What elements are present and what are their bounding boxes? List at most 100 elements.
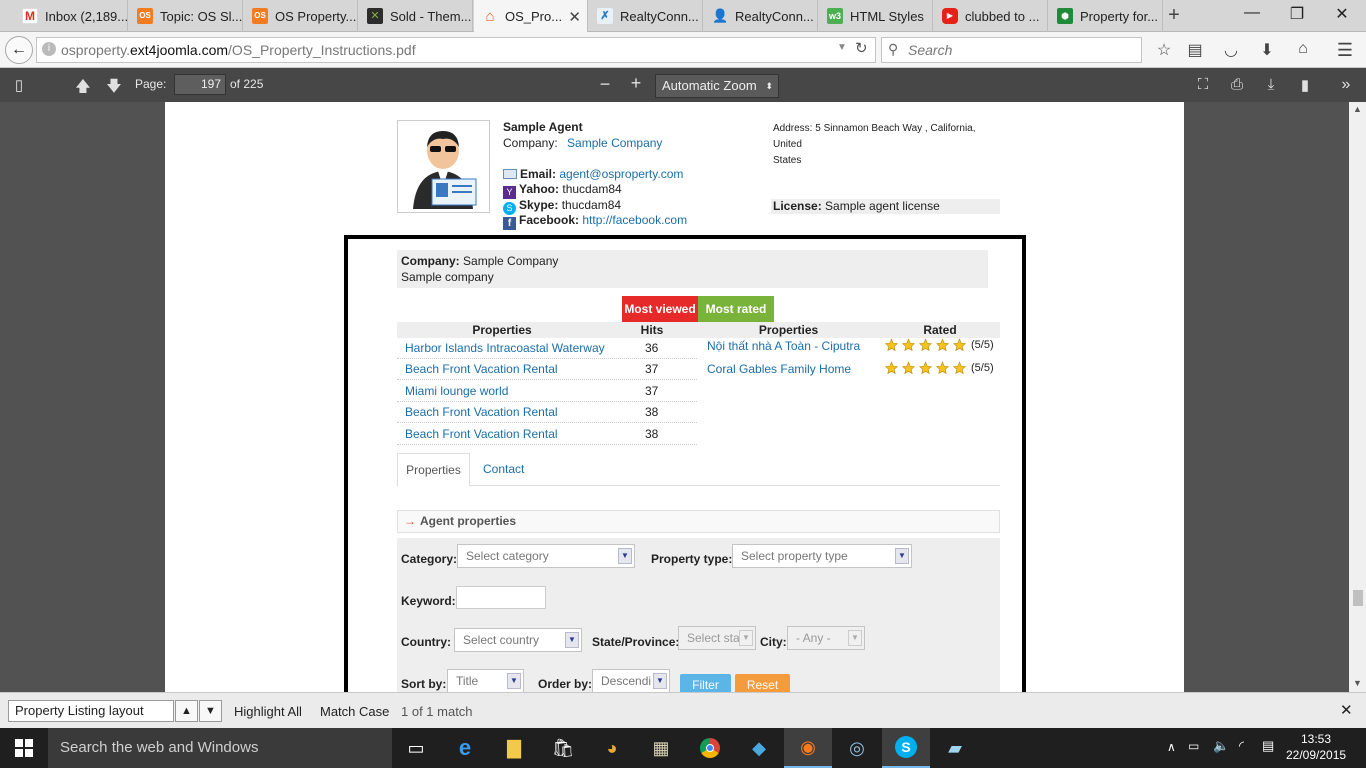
skype-taskbar-icon[interactable]: S — [882, 728, 930, 768]
most-viewed-tab[interactable]: Most viewed — [622, 296, 698, 322]
agent-email-link[interactable]: agent@osproperty.com — [559, 167, 683, 181]
property-type-select[interactable]: Select property type ▼ — [732, 544, 912, 568]
chrome-icon[interactable] — [686, 728, 734, 768]
close-window-button[interactable]: ✕ — [1322, 4, 1362, 24]
close-tab-icon[interactable]: ✕ — [568, 8, 581, 26]
reset-button[interactable]: Reset — [735, 674, 790, 692]
keyword-input[interactable] — [456, 586, 546, 609]
tab-html-styles[interactable]: w3 HTML Styles — [819, 0, 933, 32]
most-rated-tab[interactable]: Most rated — [698, 296, 774, 322]
property-type-value: Select property type — [741, 549, 848, 563]
task-view-icon[interactable]: ▭ — [392, 728, 440, 768]
close-findbar-icon[interactable]: ✕ — [1340, 701, 1353, 719]
property-link[interactable]: Beach Front Vacation Rental — [405, 402, 558, 423]
scroll-down-icon[interactable]: ▼ — [1353, 678, 1362, 688]
reload-icon[interactable]: ↻ — [855, 39, 868, 57]
show-hidden-icons[interactable]: ∧ — [1167, 740, 1176, 754]
notifications-icon[interactable]: ▤ — [1262, 738, 1274, 754]
tools-icon[interactable]: » — [1335, 76, 1357, 94]
tab-os-property[interactable]: OS OS Property... — [244, 0, 358, 32]
kodi-icon[interactable]: ◆ — [735, 728, 783, 768]
download-icon[interactable]: ⬇ — [1256, 40, 1278, 60]
volume-icon[interactable]: 🔈 — [1213, 738, 1229, 754]
minimize-button[interactable]: — — [1232, 4, 1272, 22]
start-button[interactable] — [0, 728, 48, 768]
sidebar-toggle-icon[interactable]: ▯ — [8, 76, 30, 94]
tab-realtyconn-1[interactable]: ✗ RealtyConn... — [589, 0, 703, 32]
tab-gmail-inbox[interactable]: M Inbox (2,189... — [14, 0, 128, 32]
vertical-scrollbar[interactable]: ▲ ▼ — [1349, 102, 1366, 692]
agent-name: Sample Agent — [503, 120, 583, 134]
tab-realtyconn-2[interactable]: 👤 RealtyConn... — [704, 0, 818, 32]
find-next-button[interactable]: ▼ — [199, 700, 222, 722]
order-by-select[interactable]: Descendi ▼ — [592, 669, 670, 692]
menu-icon[interactable]: ☰ — [1334, 40, 1356, 61]
bookmark-icon[interactable]: ▮ — [1294, 76, 1316, 94]
find-input[interactable]: Property Listing layout — [8, 700, 174, 722]
taskbar-search[interactable]: Search the web and Windows — [48, 728, 392, 768]
bookmark-star-icon[interactable]: ☆ — [1153, 40, 1175, 60]
sort-by-select[interactable]: Title ▼ — [447, 669, 524, 692]
agent-facebook-link[interactable]: http://facebook.com — [582, 213, 687, 227]
url-bar[interactable]: i osproperty. ext4joomla.com/OS_Property_… — [36, 37, 876, 63]
agent-company-link[interactable]: Sample Company — [567, 136, 662, 150]
property-link[interactable]: Miami lounge world — [405, 381, 508, 402]
search-bar[interactable]: ⚲ Search — [881, 37, 1142, 63]
file-explorer-icon[interactable]: ▇ — [490, 728, 538, 768]
restore-button[interactable]: ❐ — [1277, 4, 1317, 24]
pocket-icon[interactable]: ◡ — [1220, 40, 1242, 60]
property-link[interactable]: Beach Front Vacation Rental — [405, 359, 558, 380]
city-select[interactable]: - Any - ▼ — [787, 626, 865, 650]
edge-icon[interactable]: e — [441, 728, 489, 768]
tab-os-slider[interactable]: OS Topic: OS Sl... — [129, 0, 243, 32]
highlight-all-toggle[interactable]: Highlight All — [234, 704, 302, 719]
zoom-in-button[interactable]: + — [625, 73, 647, 94]
tab-sold-theme[interactable]: ✕ Sold - Them... — [359, 0, 473, 32]
previous-page-icon[interactable]: 🡅 — [72, 76, 94, 101]
property-link[interactable]: Harbor Islands Intracoastal Waterway — [405, 338, 605, 359]
pdf-viewer[interactable]: Sample Agent Company: Sample Company Ema… — [0, 102, 1349, 692]
tab-properties[interactable]: Properties — [397, 453, 470, 487]
page-number-input[interactable]: 197 — [174, 74, 226, 95]
photos-app-icon[interactable]: ◕ — [588, 728, 636, 768]
firefox-icon[interactable]: ◉ — [784, 728, 832, 768]
system-clock[interactable]: 13:53 22/09/2015 — [1286, 731, 1346, 763]
tab-property-for[interactable]: ⬢ Property for... — [1049, 0, 1163, 32]
youtube-icon: ▶ — [942, 8, 958, 24]
category-select[interactable]: Select category ▼ — [457, 544, 635, 568]
country-label: Country: — [401, 635, 451, 649]
state-select[interactable]: Select sta ▼ — [678, 626, 756, 650]
next-page-icon[interactable]: 🡇 — [103, 76, 125, 101]
zoom-out-button[interactable]: − — [594, 74, 616, 95]
property-link[interactable]: Beach Front Vacation Rental — [405, 424, 558, 445]
country-select[interactable]: Select country ▼ — [454, 628, 582, 652]
property-link[interactable]: Nội thất nhà A Toàn - Ciputra — [707, 336, 860, 357]
print-icon[interactable]: ⎙ — [1226, 76, 1248, 93]
fullscreen-icon[interactable]: ⛶ — [1192, 76, 1214, 93]
match-case-toggle[interactable]: Match Case — [320, 704, 389, 719]
property-link[interactable]: Coral Gables Family Home — [707, 359, 851, 380]
network-app-icon[interactable]: ◎ — [833, 728, 881, 768]
battery-icon[interactable]: ▭ — [1188, 739, 1199, 753]
site-info-icon[interactable]: i — [42, 42, 56, 56]
state-value: Select sta — [687, 631, 740, 645]
email-icon — [503, 169, 517, 179]
find-previous-button[interactable]: ▲ — [175, 700, 198, 722]
new-tab-button[interactable]: + — [1163, 4, 1185, 27]
store-icon[interactable]: 🛍 — [539, 728, 587, 768]
scrollbar-thumb[interactable] — [1353, 590, 1363, 606]
scroll-up-icon[interactable]: ▲ — [1353, 104, 1362, 114]
wifi-icon[interactable]: ◜ — [1239, 738, 1244, 754]
save-icon[interactable]: ⤓ — [1260, 76, 1282, 93]
notes-app-icon[interactable]: ▰ — [931, 728, 979, 768]
back-button[interactable]: ← — [5, 36, 33, 64]
tab-os-property-pdf[interactable]: ⌂ OS_Pro... ✕ — [474, 0, 588, 33]
history-dropdown-icon[interactable]: ▼ — [837, 42, 847, 53]
tab-contact[interactable]: Contact — [483, 453, 524, 485]
tab-youtube[interactable]: ▶ clubbed to ... — [934, 0, 1048, 32]
notepad-app-icon[interactable]: ▦ — [637, 728, 685, 768]
home-icon[interactable]: ⌂ — [1292, 40, 1314, 58]
reading-list-icon[interactable]: ▤ — [1184, 40, 1206, 60]
zoom-select[interactable]: Automatic Zoom ⬍ — [655, 74, 779, 98]
filter-button[interactable]: Filter — [680, 674, 731, 692]
